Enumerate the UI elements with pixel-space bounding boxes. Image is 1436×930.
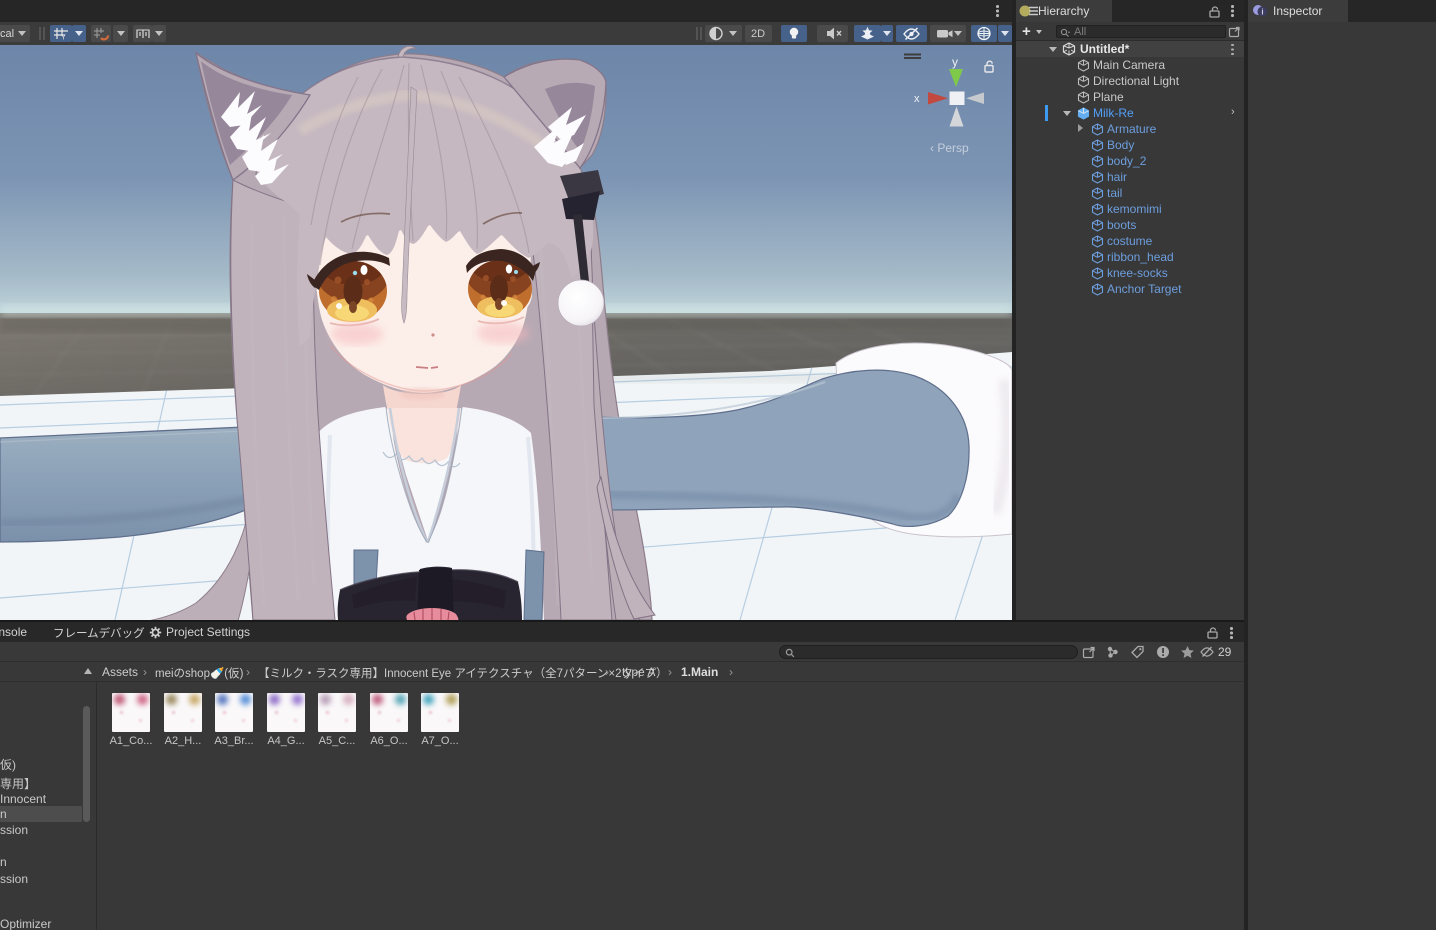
svg-text:Y: Y [61, 35, 66, 42]
svg-text:‹ Persp: ‹ Persp [930, 141, 969, 155]
svg-text:y: y [952, 55, 958, 69]
svg-text:x: x [914, 93, 920, 105]
svg-text:i: i [1261, 8, 1263, 17]
